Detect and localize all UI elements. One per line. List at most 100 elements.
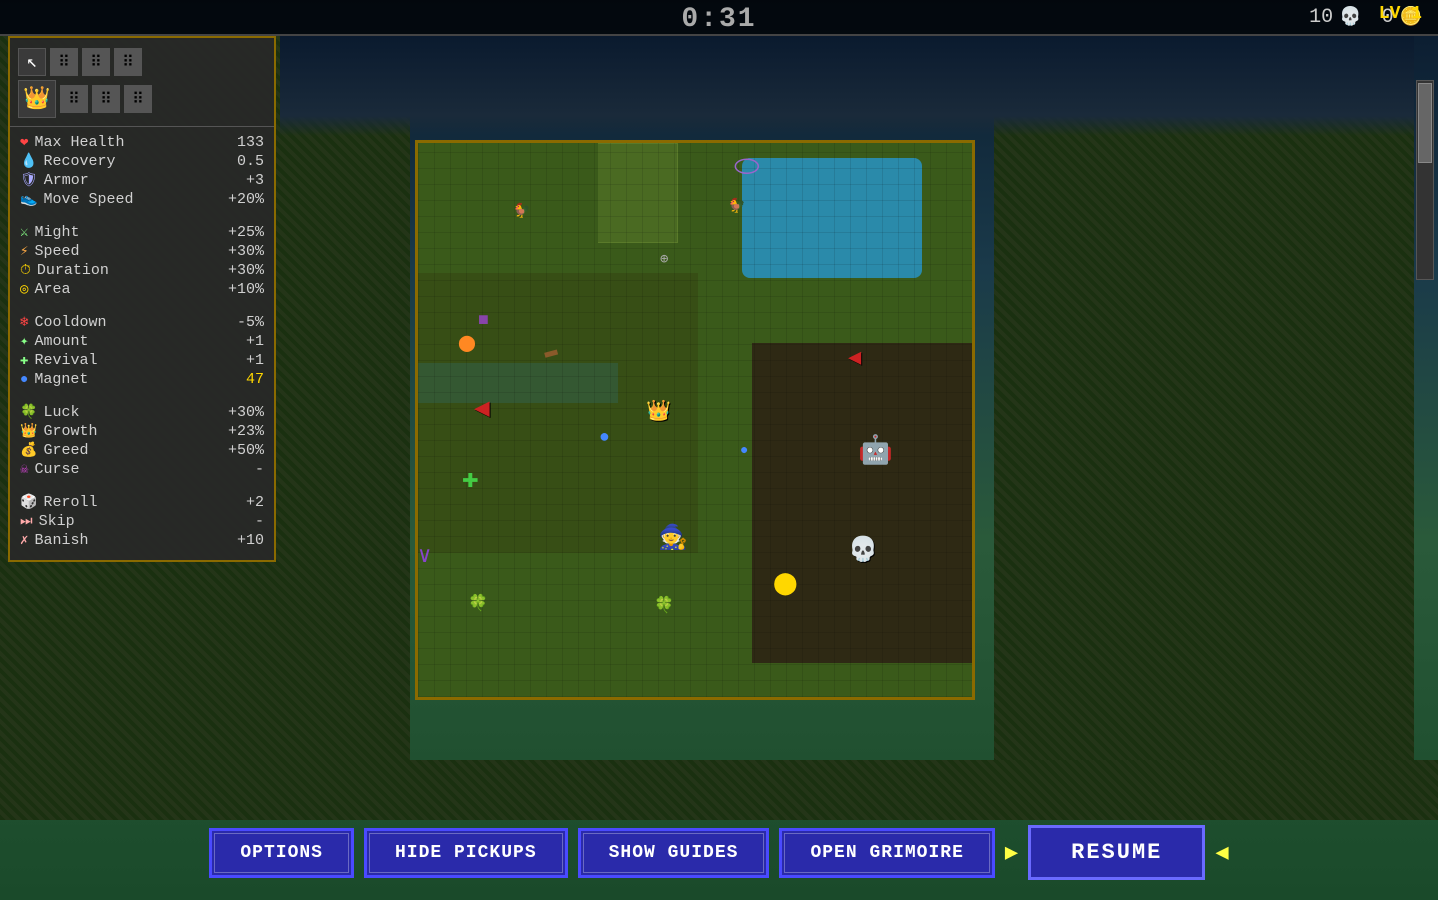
stat-row-luck: 🍀 Luck +30% — [10, 403, 274, 422]
stat-row-speed: ⚡ Speed +30% — [10, 242, 274, 261]
stat-label-growth: 👑 Growth — [20, 423, 97, 440]
stat-row-duration: ⏱ Duration +30% — [10, 261, 274, 280]
stat-value-maxhealth: 133 — [237, 134, 264, 151]
stat-label-greed: 💰 Greed — [20, 442, 88, 459]
speed-icon: 👟 — [20, 191, 37, 208]
top-bar-right: 10 💀 0 🪙 LV 1 — [1309, 6, 1422, 29]
stat-value-area: +10% — [228, 281, 264, 298]
luck-stats-section: 🍀 Luck +30% 👑 Growth +23% 💰 Greed +50% ☠… — [10, 403, 274, 479]
map-item-2: 🐓 — [728, 198, 745, 215]
stat-value-growth: +23% — [228, 423, 264, 440]
level-badge: LV 1 — [1379, 4, 1422, 24]
stat-name-amount: Amount — [34, 333, 88, 350]
map-skull-enemy: 💀 — [848, 535, 878, 565]
stat-value-movespeed: +20% — [228, 191, 264, 208]
curse-icon: ☠ — [20, 461, 28, 478]
stat-label-duration: ⏱ Duration — [20, 262, 109, 279]
divider-2 — [10, 303, 274, 309]
stat-row-maxhealth: ❤ Max Health 133 — [10, 133, 274, 152]
stat-label-movespeed: 👟 Move Speed — [20, 191, 133, 208]
stat-label-amount: ✦ Amount — [20, 333, 88, 350]
resume-button[interactable]: RESUME — [1028, 825, 1205, 880]
stat-name-duration: Duration — [37, 262, 109, 279]
map-armor-enemy: 🤖 — [858, 433, 893, 468]
stat-name-reroll: Reroll — [43, 494, 97, 511]
map-ring: ⬭ — [734, 151, 760, 186]
stat-value-might: +25% — [228, 224, 264, 241]
stat-value-magnet: 47 — [246, 371, 264, 388]
stat-label-reroll: 🎲 Reroll — [20, 494, 97, 511]
map-v-shape: ∨ — [418, 543, 431, 569]
power-stats-section: ⚔ Might +25% ⚡ Speed +30% ⏱ Duration +30… — [10, 223, 274, 299]
map-orange-item: ⬤ — [458, 333, 476, 353]
scrollbar-thumb[interactable] — [1418, 83, 1432, 163]
map-coin: ⬤ — [773, 571, 798, 597]
stat-name-revival: Revival — [34, 352, 97, 369]
map-purple-box: ■ — [478, 311, 489, 331]
stat-label-might: ⚔ Might — [20, 224, 79, 241]
banish-icon: ✗ — [20, 532, 28, 549]
hide-pickups-button[interactable]: Hide Pickups — [364, 828, 568, 878]
char-icon-3: ⠿ — [114, 48, 142, 76]
might-icon: ⚔ — [20, 224, 28, 241]
meta-stats-section: 🎲 Reroll +2 ⏭ Skip - ✗ Banish +10 — [10, 493, 274, 550]
stat-row-area: ◎ Area +10% — [10, 280, 274, 299]
stat-value-curse: - — [255, 461, 264, 478]
map-blue-orb-2: ● — [740, 443, 748, 459]
speed-stat-icon: ⚡ — [20, 243, 28, 260]
reroll-icon: 🎲 — [20, 494, 37, 511]
char-icon-crown: 👑 — [18, 80, 56, 118]
char-icon-5: ⠿ — [92, 85, 120, 113]
map-clover: 🍀 — [468, 593, 488, 613]
amount-icon: ✦ — [20, 333, 28, 350]
char-icon-4: ⠿ — [60, 85, 88, 113]
open-grimoire-button[interactable]: Open Grimoire — [779, 828, 994, 878]
stat-label-area: ◎ Area — [20, 281, 70, 298]
stat-name-growth: Growth — [43, 423, 97, 440]
stat-row-growth: 👑 Growth +23% — [10, 422, 274, 441]
options-button[interactable]: OPTIONS — [209, 828, 354, 878]
stat-label-banish: ✗ Banish — [20, 532, 88, 549]
stat-value-amount: +1 — [246, 333, 264, 350]
stat-label-luck: 🍀 Luck — [20, 404, 79, 421]
stat-row-magnet: ● Magnet 47 — [10, 370, 274, 389]
stat-label-maxhealth: ❤ Max Health — [20, 134, 124, 151]
stat-value-duration: +30% — [228, 262, 264, 279]
stat-label-armor: 🛡 Armor — [20, 172, 89, 189]
map-item-1: 🐓 — [513, 203, 530, 220]
stat-label-recovery: 💧 Recovery — [20, 153, 115, 170]
luck-icon: 🍀 — [20, 404, 37, 421]
special-stats-section: ❄ Cooldown -5% ✦ Amount +1 ✚ Revival +1 … — [10, 313, 274, 389]
arrow-decoration-right: ◀ — [1215, 840, 1228, 866]
stat-value-greed: +50% — [228, 442, 264, 459]
stat-label-speed: ⚡ Speed — [20, 243, 79, 260]
stat-label-cooldown: ❄ Cooldown — [20, 314, 106, 331]
stats-panel: ↖ ⠿ ⠿ ⠿ 👑 ⠿ ⠿ ⠿ ❤ Max Health 133 💧 Recov… — [8, 36, 276, 562]
stat-value-skip: - — [255, 513, 264, 530]
right-scrollbar[interactable] — [1416, 80, 1434, 280]
map-arrow-left: ◀ — [474, 393, 490, 424]
stat-name-luck: Luck — [43, 404, 79, 421]
stat-value-luck: +30% — [228, 404, 264, 421]
show-guides-button[interactable]: Show Guides — [578, 828, 770, 878]
stat-label-magnet: ● Magnet — [20, 371, 88, 388]
stat-row-recovery: 💧 Recovery 0.5 — [10, 152, 274, 171]
base-stats-section: ❤ Max Health 133 💧 Recovery 0.5 🛡 Armor … — [10, 133, 274, 209]
map-arrow-right: ◀ — [848, 345, 861, 371]
stat-value-armor: +3 — [246, 172, 264, 189]
growth-icon: 👑 — [20, 423, 37, 440]
char-icon-cursor: ↖ — [18, 48, 46, 76]
map-container: 👑 ◀ ◀ ✚ 🍀 🍀 ⬭ ● ● ⬤ 💀 🤖 🧙 ▬ ⬤ ■ 🐓 🐓 ∨ ⊕ — [415, 140, 975, 700]
stat-value-revival: +1 — [246, 352, 264, 369]
stat-name-banish: Banish — [34, 532, 88, 549]
stat-value-recovery: 0.5 — [237, 153, 264, 170]
stat-row-skip: ⏭ Skip - — [10, 512, 274, 531]
skull-count: 10 — [1309, 6, 1333, 29]
stat-row-might: ⚔ Might +25% — [10, 223, 274, 242]
char-icon-row-2: 👑 ⠿ ⠿ ⠿ — [18, 80, 152, 118]
revival-icon: ✚ — [20, 352, 28, 369]
stat-name-curse: Curse — [34, 461, 79, 478]
stat-name-might: Might — [34, 224, 79, 241]
stat-name-magnet: Magnet — [34, 371, 88, 388]
map-green-cross: ✚ — [462, 461, 479, 496]
